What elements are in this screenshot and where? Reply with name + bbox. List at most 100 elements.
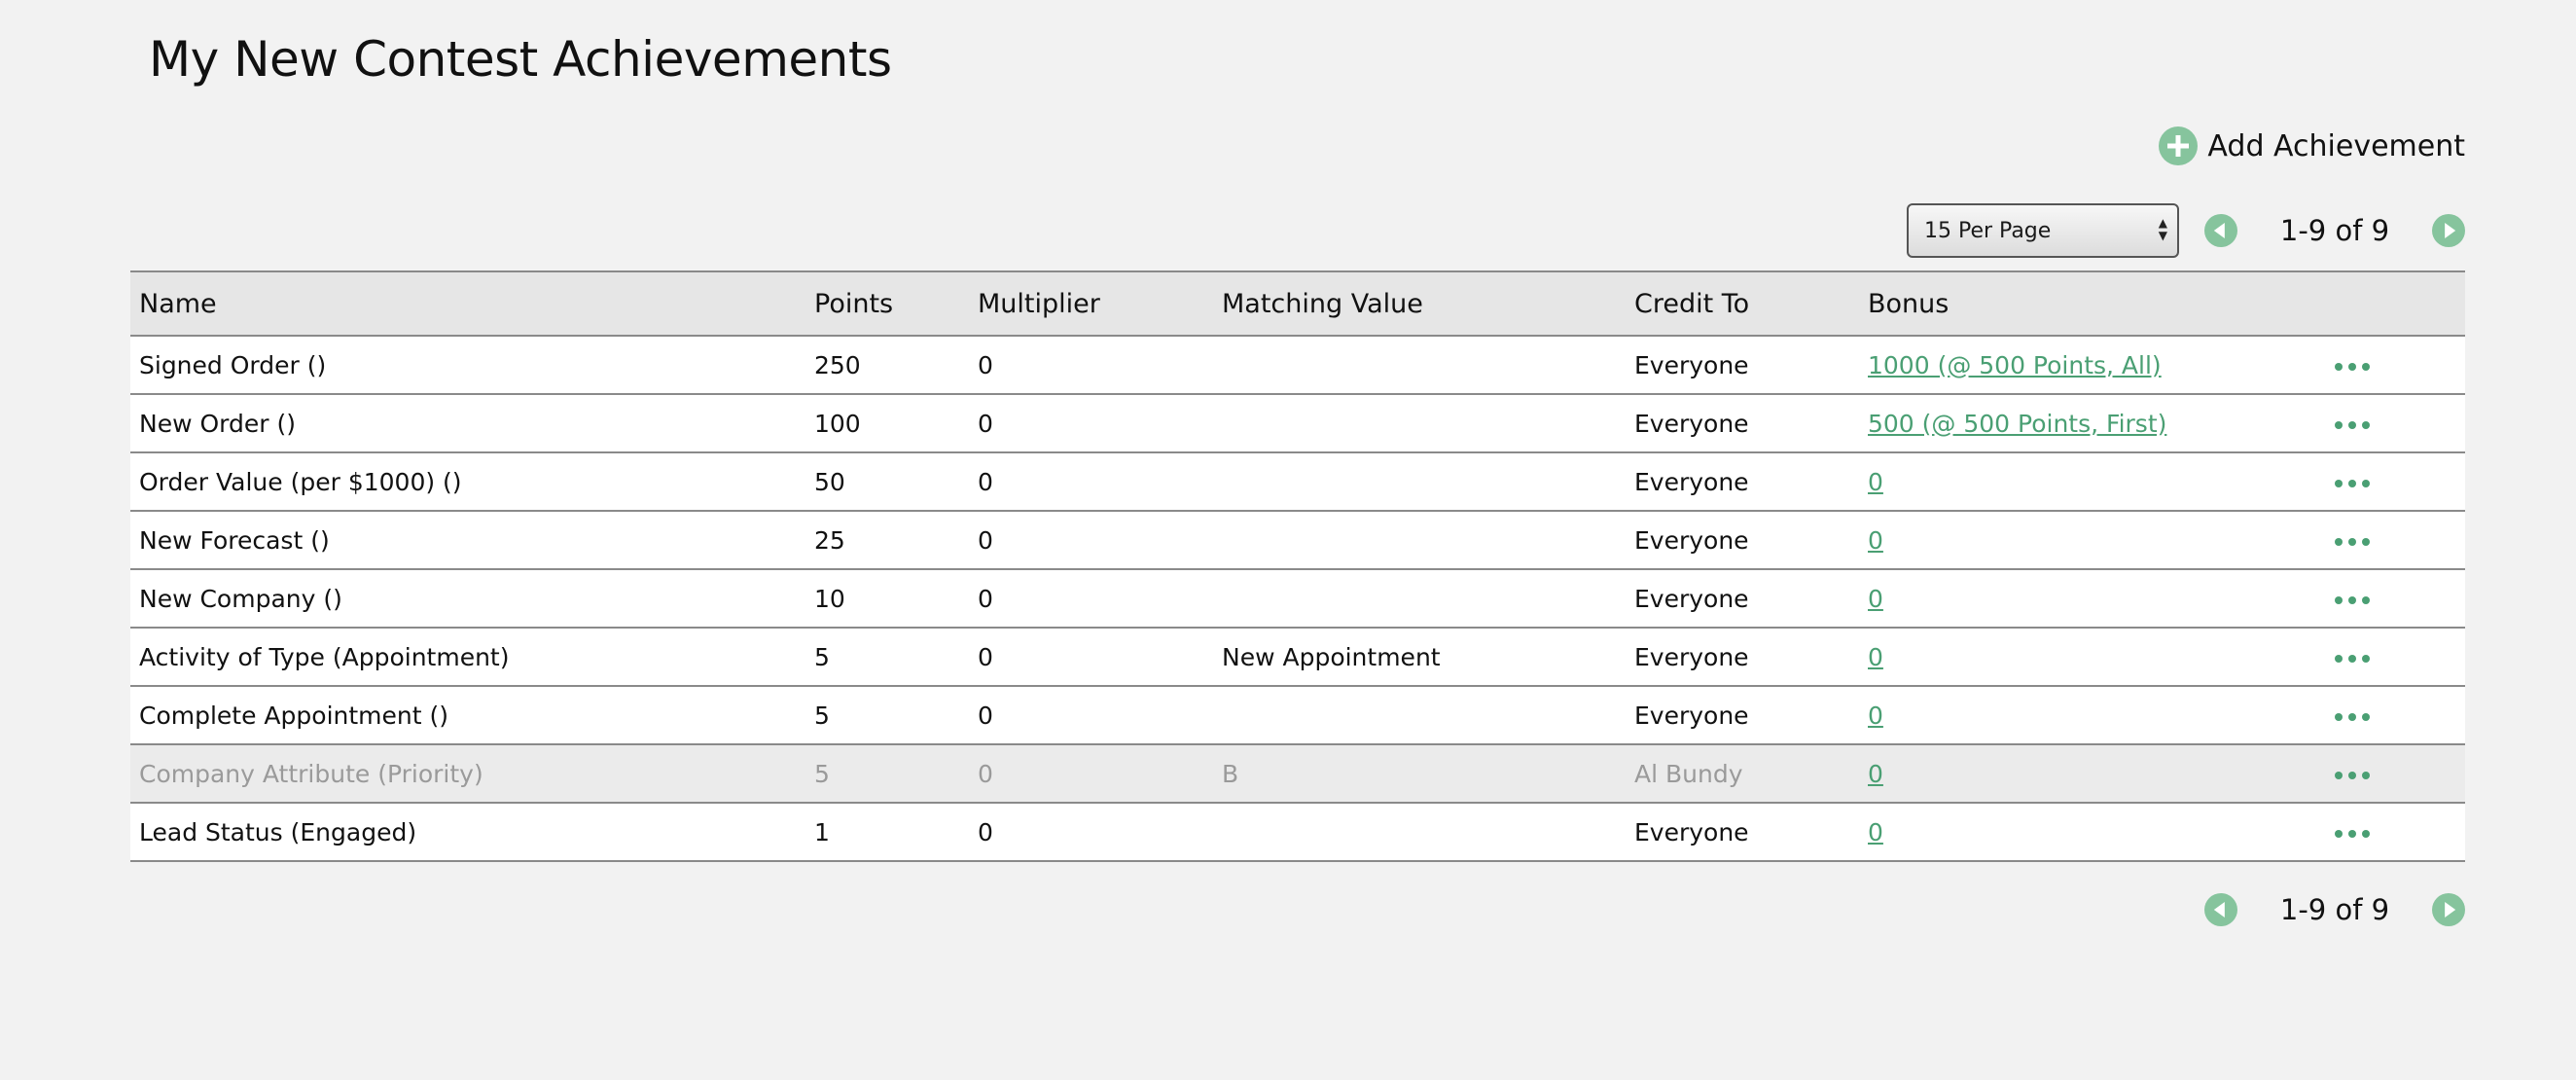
more-horizontal-icon[interactable] (2335, 362, 2370, 371)
cell-bonus: 0 (1859, 803, 2326, 861)
per-page-select[interactable]: 15 Per Page ▲ ▼ (1907, 203, 2179, 258)
more-horizontal-icon[interactable] (2335, 654, 2370, 663)
prev-page-button-bottom[interactable] (2204, 893, 2237, 926)
cell-actions (2326, 452, 2465, 511)
table-header-row: Name Points Multiplier Matching Value Cr… (130, 271, 2465, 336)
cell-name: Company Attribute (Priority) (139, 759, 483, 788)
cell-actions (2326, 569, 2465, 628)
cell-bonus: 0 (1859, 628, 2326, 686)
achievements-table: Name Points Multiplier Matching Value Cr… (130, 270, 2465, 862)
cell-points: 100 (814, 409, 861, 438)
cell-name: New Order () (139, 409, 296, 438)
more-horizontal-icon[interactable] (2335, 420, 2370, 429)
cell-actions (2326, 394, 2465, 452)
next-page-button-bottom[interactable] (2432, 893, 2465, 926)
more-horizontal-icon[interactable] (2335, 712, 2370, 721)
cell-actions (2326, 686, 2465, 744)
bonus-link[interactable]: 0 (1868, 526, 1883, 555)
cell-name: Lead Status (Engaged) (139, 817, 417, 846)
pagination-bottom: 1-9 of 9 (2204, 887, 2465, 932)
bonus-link[interactable]: 0 (1868, 760, 1883, 788)
column-header-matching-value[interactable]: Matching Value (1213, 271, 1626, 336)
more-horizontal-icon[interactable] (2335, 479, 2370, 487)
cell-matching (1213, 803, 1626, 861)
column-header-name[interactable]: Name (130, 271, 805, 336)
cell-credit: Al Bundy (1634, 759, 1743, 788)
add-achievement-label: Add Achievement (2207, 128, 2465, 163)
cell-matching (1213, 394, 1626, 452)
cell-points: 10 (814, 584, 845, 613)
cell-name: New Forecast () (139, 525, 330, 555)
select-arrows-icon: ▲ ▼ (2158, 216, 2167, 242)
cell-bonus: 1000 (@ 500 Points, All) (1859, 336, 2326, 394)
cell-multiplier: 0 (978, 409, 993, 438)
cell-points: 5 (814, 701, 830, 730)
cell-credit: Everyone (1634, 701, 1749, 730)
table-row[interactable]: Signed Order () 250 0 Everyone 1000 (@ 500 P… (130, 336, 2465, 394)
more-horizontal-icon[interactable] (2335, 537, 2370, 546)
cell-multiplier: 0 (978, 759, 993, 788)
prev-page-button[interactable] (2204, 214, 2237, 247)
table-row[interactable]: Complete Appointment () 5 0 Everyone 0 (130, 686, 2465, 744)
cell-bonus: 500 (@ 500 Points, First) (1859, 394, 2326, 452)
table-row[interactable]: New Order () 100 0 Everyone 500 (@ 500 Point… (130, 394, 2465, 452)
cell-points: 1 (814, 817, 830, 846)
page-range: 1-9 of 9 (2279, 214, 2390, 247)
cell-bonus: 0 (1859, 452, 2326, 511)
add-achievement-button[interactable]: Add Achievement (2159, 125, 2465, 167)
cell-bonus: 0 (1859, 744, 2326, 803)
cell-matching: B (1222, 759, 1239, 788)
bonus-link[interactable]: 0 (1868, 585, 1883, 613)
pagination-top: 15 Per Page ▲ ▼ 1-9 of 9 (1907, 202, 2465, 259)
column-header-points[interactable]: Points (805, 271, 969, 336)
cell-actions (2326, 628, 2465, 686)
bonus-link[interactable]: 0 (1868, 468, 1883, 496)
column-header-actions (2326, 271, 2465, 336)
bonus-link[interactable]: 1000 (@ 500 Points, All) (1868, 351, 2162, 379)
cell-points: 5 (814, 759, 830, 788)
cell-multiplier: 0 (978, 467, 993, 496)
more-horizontal-icon[interactable] (2335, 771, 2370, 779)
more-horizontal-icon[interactable] (2335, 829, 2370, 838)
cell-credit: Everyone (1634, 584, 1749, 613)
table-row[interactable]: New Company () 10 0 Everyone 0 (130, 569, 2465, 628)
bonus-link[interactable]: 0 (1868, 702, 1883, 730)
cell-matching (1213, 452, 1626, 511)
cell-name: Complete Appointment () (139, 701, 448, 730)
cell-name: Order Value (per $1000) () (139, 467, 462, 496)
column-header-multiplier[interactable]: Multiplier (969, 271, 1213, 336)
cell-matching: New Appointment (1222, 642, 1441, 671)
bonus-link[interactable]: 0 (1868, 643, 1883, 671)
cell-multiplier: 0 (978, 350, 993, 379)
table-row[interactable]: Company Attribute (Priority) 5 0 B Al Bundy 0 (130, 744, 2465, 803)
cell-points: 50 (814, 467, 845, 496)
table-row[interactable]: Activity of Type (Appointment) 5 0 New Appo… (130, 628, 2465, 686)
cell-actions (2326, 744, 2465, 803)
column-header-credit-to[interactable]: Credit To (1626, 271, 1859, 336)
cell-multiplier: 0 (978, 817, 993, 846)
cell-points: 250 (814, 350, 861, 379)
cell-bonus: 0 (1859, 569, 2326, 628)
cell-matching (1213, 336, 1626, 394)
more-horizontal-icon[interactable] (2335, 595, 2370, 604)
cell-credit: Everyone (1634, 817, 1749, 846)
bonus-link[interactable]: 500 (@ 500 Points, First) (1868, 410, 2166, 438)
cell-actions (2326, 336, 2465, 394)
cell-points: 5 (814, 642, 830, 671)
cell-matching (1213, 686, 1626, 744)
cell-multiplier: 0 (978, 584, 993, 613)
cell-credit: Everyone (1634, 642, 1749, 671)
cell-bonus: 0 (1859, 511, 2326, 569)
table-row[interactable]: Order Value (per $1000) () 50 0 Everyone 0 (130, 452, 2465, 511)
table-row[interactable]: New Forecast () 25 0 Everyone 0 (130, 511, 2465, 569)
cell-bonus: 0 (1859, 686, 2326, 744)
cell-actions (2326, 511, 2465, 569)
plus-circle-icon[interactable] (2159, 126, 2199, 165)
cell-credit: Everyone (1634, 409, 1749, 438)
cell-actions (2326, 803, 2465, 861)
cell-multiplier: 0 (978, 525, 993, 555)
bonus-link[interactable]: 0 (1868, 818, 1883, 846)
next-page-button[interactable] (2432, 214, 2465, 247)
column-header-bonus[interactable]: Bonus (1859, 271, 2326, 336)
table-row[interactable]: Lead Status (Engaged) 1 0 Everyone 0 (130, 803, 2465, 861)
